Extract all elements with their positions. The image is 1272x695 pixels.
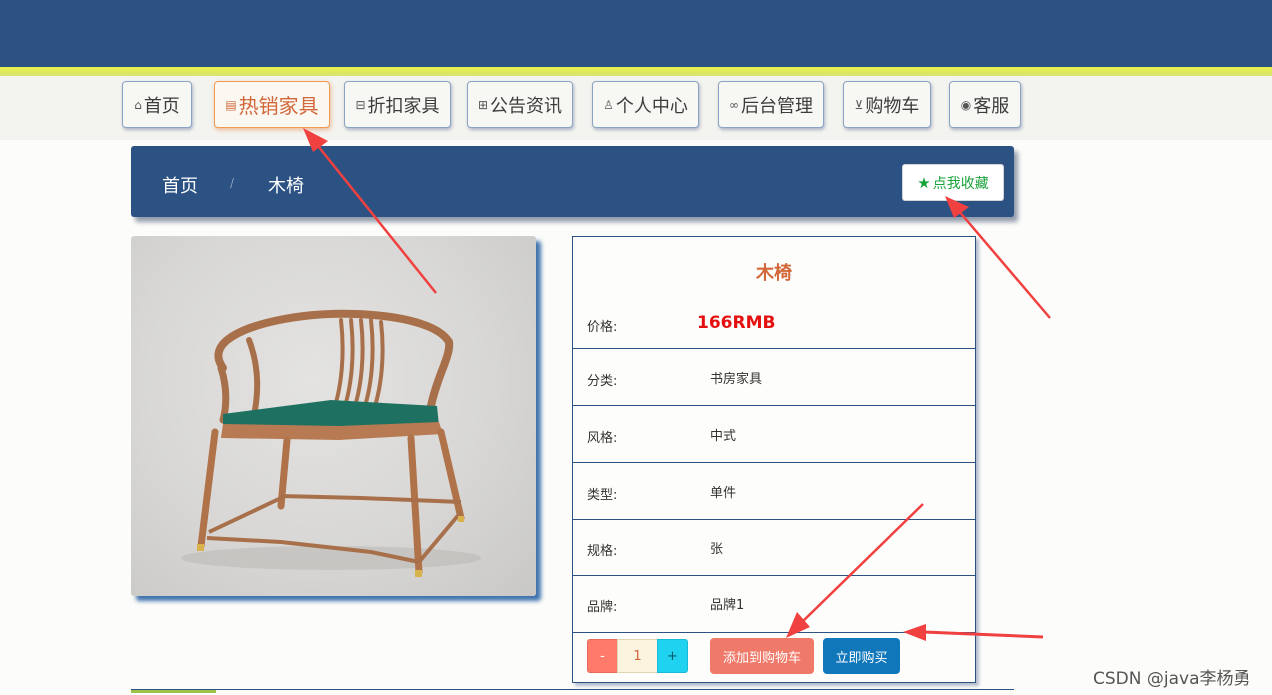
product-name: 木椅	[756, 263, 792, 284]
nav-item-admin[interactable]: ∞ 后台管理	[718, 81, 824, 128]
quantity-decrease-button[interactable]: -	[587, 639, 618, 673]
top-header-bar	[0, 0, 1272, 67]
nav-item-label: 后台管理	[741, 95, 813, 117]
breadcrumb-current: 木椅	[268, 176, 304, 197]
attribute-value: 单件	[710, 486, 737, 501]
nav-item-hot-furniture[interactable]: ▤ 热销家具	[214, 81, 330, 128]
main-nav: ⌂ 首页 ▤ 热销家具 ⊟ 折扣家具 ⊞ 公告资讯 ♙ 个人中心 ∞ 后台管理 …	[0, 76, 1272, 140]
attribute-label: 品牌:	[587, 600, 618, 615]
attribute-value: 张	[710, 542, 724, 557]
nav-item-discount-furniture[interactable]: ⊟ 折扣家具	[344, 81, 451, 128]
section-divider	[131, 689, 1014, 695]
nav-item-customer-service[interactable]: ◉ 客服	[949, 81, 1021, 128]
buy-now-button[interactable]: 立即购买	[823, 638, 900, 674]
price-value: 166RMB	[697, 313, 776, 333]
nav-item-label: 折扣家具	[367, 95, 440, 117]
nav-item-label: 客服	[973, 95, 1010, 117]
product-info-panel: 木椅 价格: 166RMB 分类: 书房家具 风格: 中式 类型: 单件 规格:…	[572, 236, 976, 683]
nav-item-label: 热销家具	[238, 94, 319, 118]
quantity-increase-button[interactable]: +	[657, 639, 688, 673]
divider-accent	[131, 690, 216, 693]
chair-illustration	[181, 309, 481, 577]
favorite-button[interactable]: ★ 点我收藏	[902, 164, 1004, 201]
quantity-input[interactable]	[617, 639, 658, 673]
breadcrumb-home-link[interactable]: 首页	[162, 172, 198, 198]
link-icon: ∞	[729, 97, 739, 112]
attribute-value: 品牌1	[710, 598, 745, 613]
attribute-label: 风格:	[587, 431, 618, 446]
attribute-row-spec: 规格: 张	[573, 520, 975, 576]
chat-icon: ◉	[960, 97, 972, 112]
attribute-value: 书房家具	[710, 372, 763, 387]
nav-item-label: 首页	[143, 95, 180, 117]
nav-item-home[interactable]: ⌂ 首页	[122, 81, 192, 128]
breadcrumb-separator: /	[230, 176, 235, 190]
user-icon: ♙	[603, 97, 614, 112]
favorite-button-label: 点我收藏	[932, 175, 989, 192]
nav-item-label: 个人中心	[615, 95, 688, 117]
document-icon: ▤	[225, 97, 237, 112]
price-label: 价格:	[587, 320, 618, 335]
nav-item-user-center[interactable]: ♙ 个人中心	[592, 81, 699, 128]
watermark: CSDN @java李杨勇	[1093, 669, 1251, 689]
attribute-label: 规格:	[587, 544, 618, 559]
attribute-row-category: 分类: 书房家具	[573, 349, 975, 406]
breadcrumb: 首页 / 木椅 ★ 点我收藏	[131, 146, 1014, 217]
star-icon: ★	[917, 173, 931, 192]
add-to-cart-button[interactable]: 添加到购物车	[710, 638, 814, 674]
attribute-row-style: 风格: 中式	[573, 406, 975, 463]
nav-item-label: 购物车	[865, 95, 920, 117]
grid-icon: ⊞	[477, 97, 489, 112]
attribute-value: 中式	[710, 429, 737, 444]
attribute-label: 类型:	[587, 488, 618, 503]
home-icon: ⌂	[134, 97, 142, 112]
product-image	[131, 236, 536, 596]
nav-item-announcements[interactable]: ⊞ 公告资讯	[467, 81, 573, 128]
header-accent-stripe	[0, 67, 1272, 76]
attribute-row-type: 类型: 单件	[573, 463, 975, 520]
nav-item-cart[interactable]: ⊻ 购物车	[843, 81, 931, 128]
nav-item-label: 公告资讯	[490, 95, 563, 117]
price-row: 价格: 166RMB	[573, 289, 975, 349]
cart-icon: ⊻	[854, 97, 864, 112]
print-icon: ⊟	[355, 97, 366, 112]
attribute-label: 分类:	[587, 374, 618, 389]
attribute-row-brand: 品牌: 品牌1	[573, 576, 975, 633]
